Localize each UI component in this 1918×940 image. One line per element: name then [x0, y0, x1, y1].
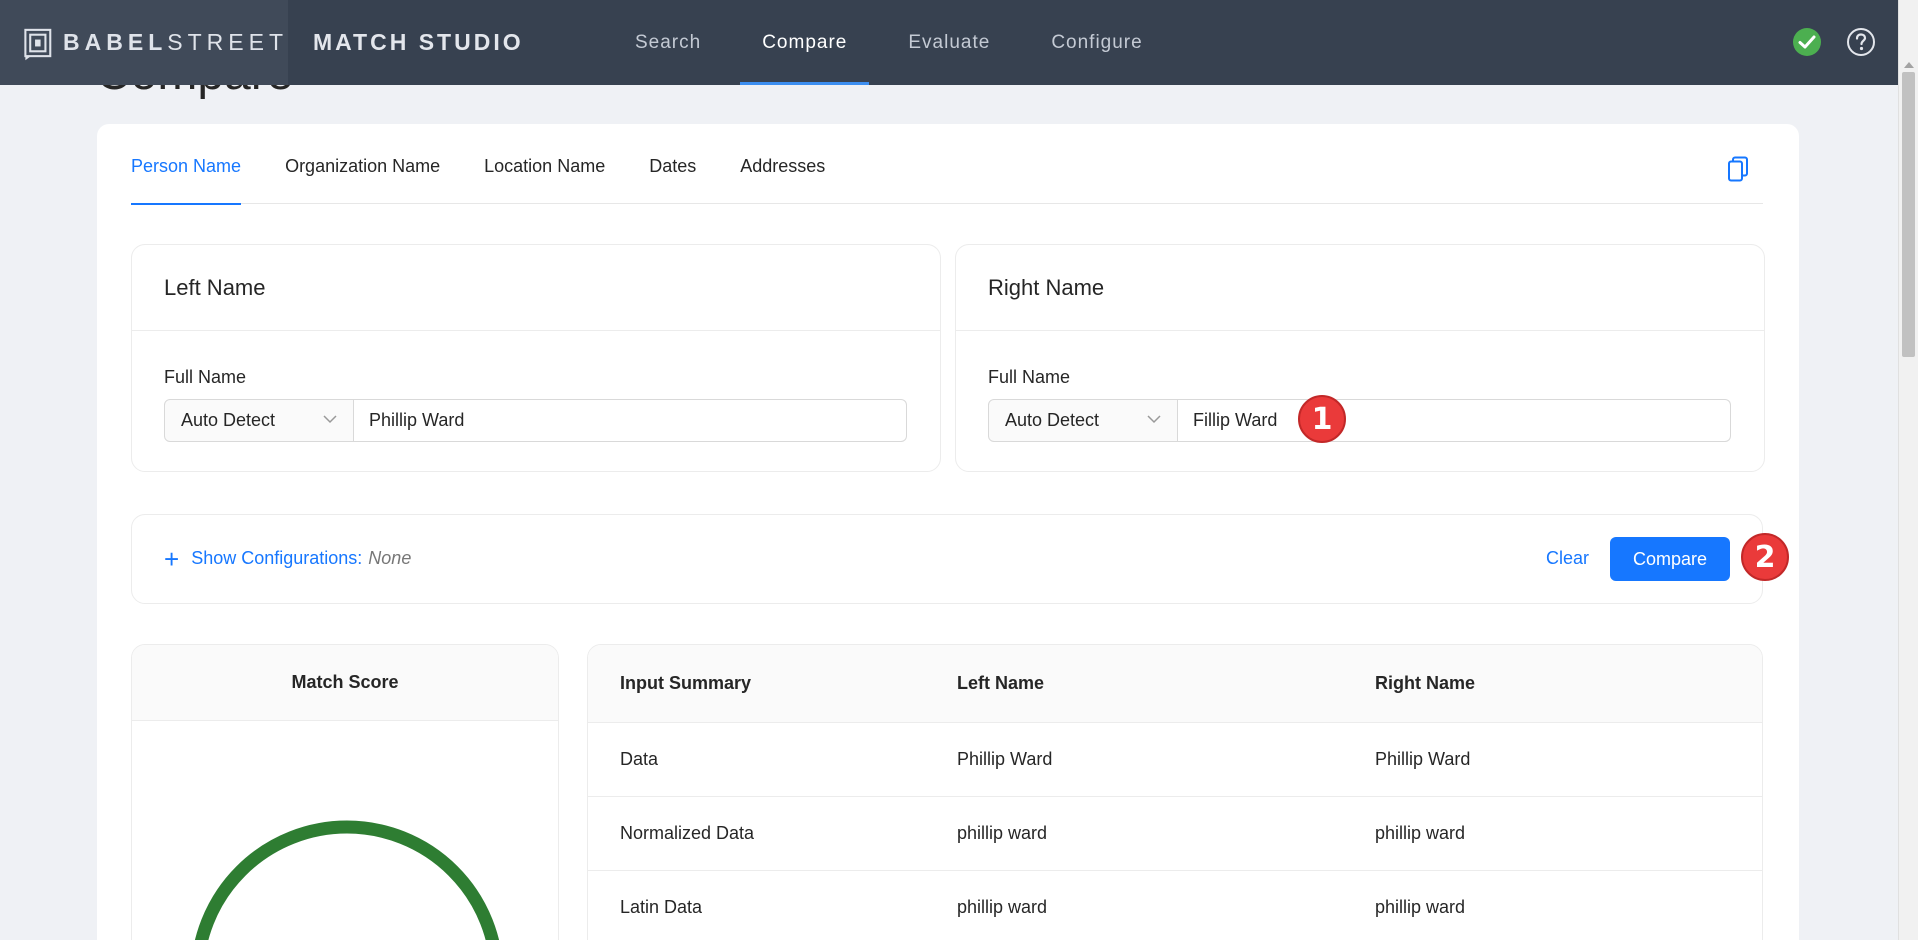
tab-addresses[interactable]: Addresses	[740, 124, 825, 204]
table-cell: Data	[620, 749, 659, 769]
table-cell: Phillip Ward	[1375, 749, 1471, 769]
clear-button[interactable]: Clear	[1546, 548, 1589, 569]
table-row: Data Phillip Ward Phillip Ward	[588, 723, 1762, 797]
right-language-value: Auto Detect	[1005, 410, 1100, 430]
table-cell: phillip ward	[1375, 823, 1466, 843]
table-cell: phillip ward	[957, 897, 1048, 917]
column-header: Right Name	[1375, 673, 1476, 693]
table-cell: Phillip Ward	[957, 749, 1053, 769]
match-score-title: Match Score	[132, 645, 558, 721]
left-full-name-label: Full Name	[164, 367, 247, 387]
top-navbar: BABELSTREET MATCH STUDIO Search Compare …	[0, 0, 1898, 85]
table-cell: phillip ward	[1375, 897, 1466, 917]
chevron-down-icon	[1147, 415, 1161, 424]
annotation-marker-1: 1	[1298, 395, 1346, 443]
babelstreet-logo-icon	[24, 28, 52, 60]
compare-card: Person Name Organization Name Location N…	[97, 124, 1799, 940]
help-icon[interactable]	[1846, 27, 1876, 57]
show-configurations-label: Show Configurations:	[191, 548, 363, 568]
scroll-thumb[interactable]	[1902, 72, 1915, 357]
tab-location-name[interactable]: Location Name	[484, 124, 605, 204]
main-nav: Search Compare Evaluate Configure	[613, 0, 1182, 85]
configuration-value: None	[368, 548, 412, 568]
status-check-icon[interactable]	[1792, 27, 1822, 57]
page-scrollbar[interactable]	[1898, 0, 1918, 940]
left-name-title: Left Name	[132, 245, 940, 331]
tab-dates[interactable]: Dates	[649, 124, 696, 204]
table-cell: phillip ward	[957, 823, 1048, 843]
left-language-value: Auto Detect	[181, 410, 276, 430]
right-full-name-label: Full Name	[988, 367, 1071, 387]
match-score-panel: Match Score	[131, 644, 559, 940]
copy-icon[interactable]	[1727, 156, 1749, 182]
right-language-select[interactable]: Auto Detect	[988, 399, 1178, 442]
plus-icon: +	[164, 543, 180, 574]
chevron-down-icon	[323, 415, 337, 424]
product-name: MATCH STUDIO	[313, 29, 524, 55]
input-summary-table: Input Summary Left Name Right Name Data …	[587, 644, 1763, 940]
left-language-select[interactable]: Auto Detect	[164, 399, 354, 442]
column-header: Left Name	[957, 673, 1045, 693]
table-row: Latin Data phillip ward phillip ward	[588, 871, 1762, 940]
right-name-panel: Right Name Full Name Auto Detect Fillip …	[955, 244, 1765, 472]
scroll-up-arrow-icon[interactable]	[1904, 62, 1914, 68]
nav-evaluate[interactable]: Evaluate	[886, 0, 1012, 85]
right-full-name-input[interactable]: Fillip Ward	[1178, 399, 1731, 442]
brand-name: BABELSTREET	[63, 29, 288, 55]
table-cell: Latin Data	[620, 897, 703, 917]
table-cell: Normalized Data	[620, 823, 755, 843]
left-full-name-input[interactable]: Phillip Ward	[354, 399, 907, 442]
column-header: Input Summary	[620, 673, 752, 693]
match-score-gauge	[195, 820, 499, 940]
left-name-panel: Left Name Full Name Auto Detect Phillip …	[131, 244, 941, 472]
nav-compare[interactable]: Compare	[740, 0, 870, 85]
configuration-bar: + Show Configurations: None Clear Compar…	[131, 514, 1763, 604]
tab-person-name[interactable]: Person Name	[131, 124, 242, 205]
annotation-marker-2: 2	[1741, 533, 1789, 581]
table-header-row: Input Summary Left Name Right Name	[588, 645, 1762, 723]
table-row: Normalized Data phillip ward phillip war…	[588, 797, 1762, 871]
show-configurations-link[interactable]: + Show Configurations: None	[164, 543, 412, 574]
compare-button[interactable]: Compare	[1610, 537, 1730, 581]
nav-configure[interactable]: Configure	[1029, 0, 1164, 85]
tab-organization-name[interactable]: Organization Name	[285, 124, 440, 204]
brand[interactable]: BABELSTREET	[0, 0, 288, 85]
right-name-title: Right Name	[956, 245, 1764, 331]
entity-type-tabs: Person Name Organization Name Location N…	[131, 124, 1763, 205]
nav-search[interactable]: Search	[613, 0, 723, 85]
